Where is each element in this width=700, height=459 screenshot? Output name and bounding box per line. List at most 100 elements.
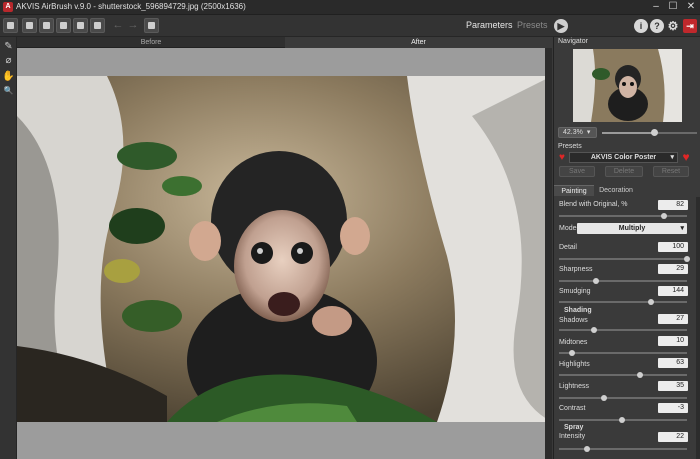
mode-label: Mode: xyxy=(559,225,579,232)
open-icon[interactable] xyxy=(22,18,37,33)
tab-before[interactable]: Before xyxy=(17,37,285,48)
sharpness-knob[interactable] xyxy=(593,278,600,284)
tab-decoration[interactable]: Decoration xyxy=(594,185,638,196)
tab-after[interactable]: After xyxy=(285,37,552,48)
home-icon[interactable] xyxy=(3,18,18,33)
app-logo: A xyxy=(3,2,13,12)
minimize-button[interactable]: – xyxy=(648,1,664,14)
exit-icon[interactable]: ⇥ xyxy=(683,19,697,33)
print-icon[interactable] xyxy=(56,18,71,33)
midtones-slider[interactable] xyxy=(559,350,687,356)
navigator-preview[interactable] xyxy=(573,49,682,122)
smudging-label: Smudging xyxy=(559,288,591,295)
intensity-value[interactable]: 22 xyxy=(658,432,688,442)
reset-preset-button[interactable]: Reset xyxy=(653,166,689,177)
detail-slider[interactable] xyxy=(559,256,690,262)
lightness-slider[interactable] xyxy=(559,395,687,401)
sharpness-label: Sharpness xyxy=(559,266,593,273)
tools-panel: ✎ ⌀ ✋ 🔍 xyxy=(0,37,17,459)
intensity-knob[interactable] xyxy=(584,446,591,452)
smudging-slider[interactable] xyxy=(559,299,687,305)
zoom-slider-knob[interactable] xyxy=(651,129,659,136)
navigator-thumbnail xyxy=(573,49,682,122)
presets-title: Presets xyxy=(558,143,582,150)
contrast-knob[interactable] xyxy=(618,417,625,423)
tab-parameters[interactable]: Parameters xyxy=(466,20,513,30)
tab-painting[interactable]: Painting xyxy=(554,185,594,196)
highlights-value[interactable]: 63 xyxy=(658,358,688,368)
shadows-value[interactable]: 27 xyxy=(658,314,688,324)
zoom-select[interactable]: 42.3% ▾ xyxy=(558,127,597,138)
canvas-scrollbar[interactable] xyxy=(545,48,552,459)
shading-heading: Shading xyxy=(564,307,592,314)
redo-icon[interactable]: → xyxy=(127,19,139,32)
settings-icon[interactable] xyxy=(144,18,159,33)
zoom-slider[interactable] xyxy=(602,129,697,136)
contrast-label: Contrast xyxy=(559,405,586,412)
window-title: AKVIS AirBrush v.9.0 - shutterstock_5968… xyxy=(16,2,246,11)
favorite-heart-icon[interactable]: ♥ xyxy=(557,153,567,163)
detail-value[interactable]: 100 xyxy=(658,242,688,252)
add-favorite-heart-icon[interactable]: ♥ xyxy=(681,151,691,163)
shadows-slider[interactable] xyxy=(559,327,687,333)
title-bar: A AKVIS AirBrush v.9.0 - shutterstock_59… xyxy=(0,0,700,15)
param-tabs: Painting Decoration xyxy=(554,185,700,196)
save-preset-button[interactable]: Save xyxy=(559,166,595,177)
midtones-value[interactable]: 10 xyxy=(658,336,688,346)
tab-presets[interactable]: Presets xyxy=(517,20,548,30)
intensity-label: Intensity xyxy=(559,433,586,440)
panel-scrollbar[interactable] xyxy=(696,197,700,459)
hand-icon[interactable]: ✋ xyxy=(2,70,15,83)
detail-knob[interactable] xyxy=(684,256,690,262)
preset-select[interactable]: AKVIS Color Poster ▾ xyxy=(569,152,678,163)
zoom-icon[interactable]: 🔍 xyxy=(2,84,15,97)
settings-panel: Navigator 42.3% ▾ Presets ♥ AKVIS Color … xyxy=(553,37,700,459)
zoom-arrow-icon: ▾ xyxy=(586,129,591,136)
delete-preset-button[interactable]: Delete xyxy=(605,166,643,177)
artwork-image[interactable] xyxy=(17,76,552,422)
brush-icon[interactable]: ✎ xyxy=(2,40,15,53)
batch-icon[interactable] xyxy=(90,18,105,33)
before-after-bar: Before After xyxy=(17,37,552,48)
gear-icon[interactable]: ⚙ xyxy=(666,19,680,33)
run-icon[interactable]: ▶ xyxy=(554,19,568,33)
blend-slider[interactable] xyxy=(559,213,687,219)
maximize-button[interactable]: ☐ xyxy=(665,1,681,14)
highlights-slider[interactable] xyxy=(559,372,687,378)
blend-value[interactable]: 82 xyxy=(658,200,688,210)
mode-value: Multiply xyxy=(618,225,646,232)
mode-select[interactable]: Multiply ▾ xyxy=(577,223,687,234)
highlights-label: Highlights xyxy=(559,361,590,368)
sharpness-value[interactable]: 29 xyxy=(658,264,688,274)
highlights-knob[interactable] xyxy=(636,372,643,378)
contrast-slider[interactable] xyxy=(559,417,687,423)
spray-heading: Spray xyxy=(564,424,584,431)
eraser-icon[interactable]: ⌀ xyxy=(2,54,15,67)
save-icon[interactable] xyxy=(39,18,54,33)
mode-arrow-icon: ▾ xyxy=(680,225,684,232)
sharpness-slider[interactable] xyxy=(559,278,687,284)
lightness-value[interactable]: 35 xyxy=(658,381,688,391)
lightness-label: Lightness xyxy=(559,383,589,390)
image-canvas[interactable] xyxy=(17,48,552,459)
preset-name: AKVIS Color Poster xyxy=(590,154,657,161)
info-icon[interactable]: i xyxy=(634,19,648,33)
main-toolbar: ← → Parameters Presets ▶ i ? ⚙ ⇥ xyxy=(0,15,700,37)
detail-label: Detail xyxy=(559,244,577,251)
preset-arrow-icon: ▾ xyxy=(670,154,674,161)
midtones-knob[interactable] xyxy=(568,350,575,356)
shadows-knob[interactable] xyxy=(590,327,597,333)
smudging-value[interactable]: 144 xyxy=(658,286,688,296)
intensity-slider[interactable] xyxy=(559,446,687,452)
undo-icon[interactable]: ← xyxy=(112,19,124,32)
contrast-value[interactable]: -3 xyxy=(658,403,688,413)
midtones-label: Midtones xyxy=(559,339,588,346)
share-icon[interactable] xyxy=(73,18,88,33)
lightness-knob[interactable] xyxy=(600,395,607,401)
shadows-label: Shadows xyxy=(559,317,588,324)
help-icon[interactable]: ? xyxy=(650,19,664,33)
close-button[interactable]: ✕ xyxy=(683,1,699,14)
monkey-painting xyxy=(17,76,552,422)
blend-knob[interactable] xyxy=(660,213,667,219)
smudging-knob[interactable] xyxy=(648,299,655,305)
